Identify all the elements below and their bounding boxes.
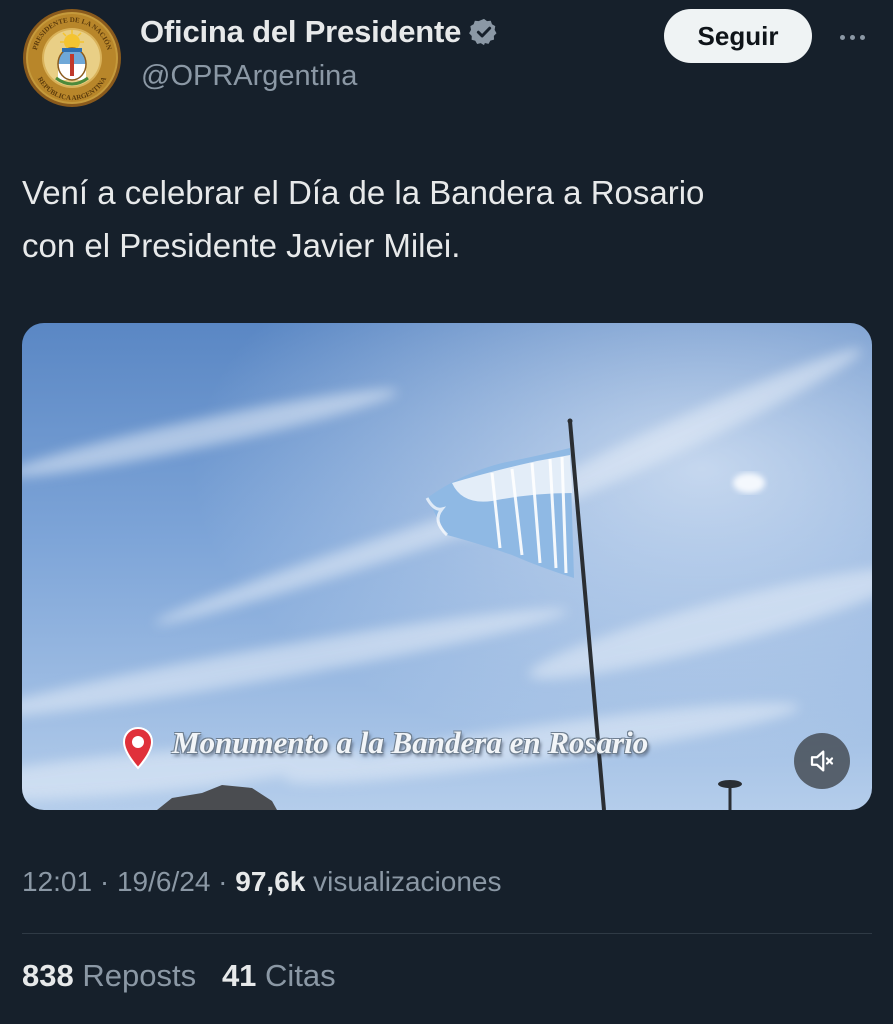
dot: [859, 34, 865, 40]
dot: [849, 34, 855, 40]
presidential-seal-icon: PRESIDENTE DE LA NACIÓN REPÚBLICA ARGENT…: [23, 9, 121, 107]
views-count: 97,6k: [235, 866, 306, 897]
separator: ·: [210, 866, 236, 897]
quotes-link[interactable]: 41 Citas: [222, 958, 336, 993]
location-caption: Monumento a la Bandera en Rosario: [172, 725, 649, 760]
video-player[interactable]: Monumento a la Bandera en Rosario: [22, 323, 872, 810]
tweet-text-line-2: con el Presidente Javier Milei.: [22, 227, 461, 264]
author-handle[interactable]: @OPRArgentina: [141, 60, 357, 93]
more-options-icon[interactable]: [832, 22, 872, 52]
quotes-label: Citas: [265, 958, 336, 993]
display-name[interactable]: Oficina del Presidente: [140, 14, 461, 50]
tweet-meta: 12:01 · 19/6/24 · 97,6k visualizaciones: [22, 866, 501, 898]
quotes-count: 41: [221, 958, 257, 993]
reposts-link[interactable]: 838 Reposts: [22, 958, 196, 993]
follow-button[interactable]: Seguir: [664, 9, 812, 63]
tweet-text-line-1: Vení a celebrar el Día de la Bandera a R…: [22, 174, 705, 211]
reposts-label: Reposts: [82, 958, 197, 993]
tweet-text: Vení a celebrar el Día de la Bandera a R…: [22, 166, 862, 272]
mute-toggle-button[interactable]: [794, 733, 850, 789]
engagement-stats: 838 Reposts 41 Citas: [22, 958, 336, 994]
muted-speaker-icon: [810, 750, 834, 772]
avatar[interactable]: PRESIDENTE DE LA NACIÓN REPÚBLICA ARGENT…: [22, 8, 122, 108]
location-pin-icon: [122, 726, 154, 770]
views-label: visualizaciones: [313, 866, 502, 897]
tweet-date[interactable]: 19/6/24: [117, 866, 210, 897]
reposts-count: 838: [22, 958, 74, 993]
separator: ·: [92, 866, 117, 897]
author-name-row: Oficina del Presidente: [140, 14, 499, 50]
dot: [839, 34, 845, 40]
tweet-detail: PRESIDENTE DE LA NACIÓN REPÚBLICA ARGENT…: [0, 0, 893, 1024]
tweet-time[interactable]: 12:01: [22, 866, 92, 897]
verified-badge-icon[interactable]: [469, 17, 499, 47]
divider: [22, 933, 872, 934]
